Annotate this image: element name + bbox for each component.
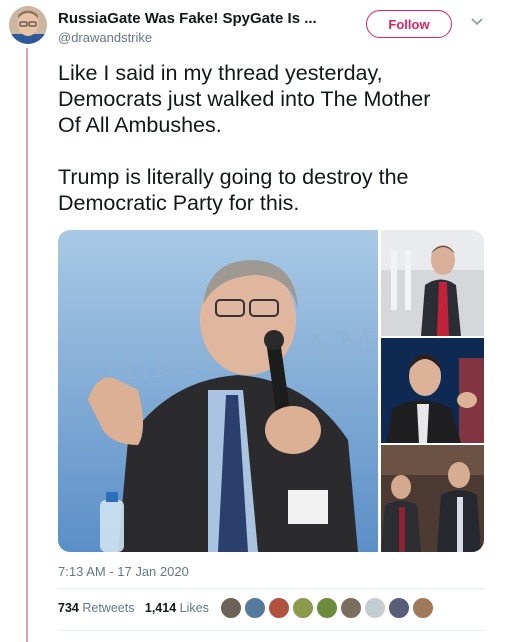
retweets-stat[interactable]: 734 Retweets bbox=[58, 601, 134, 615]
tweet-text: Like I said in my thread yesterday, Demo… bbox=[58, 61, 431, 215]
retweets-label: Retweets bbox=[82, 601, 135, 615]
user-handle[interactable]: @drawandstrike bbox=[58, 30, 152, 45]
liker-avatar[interactable] bbox=[268, 597, 290, 619]
tweet-media-grid[interactable]: THE JERUSA M PO bbox=[58, 230, 484, 552]
liker-avatar[interactable] bbox=[388, 597, 410, 619]
divider bbox=[58, 588, 484, 589]
follow-button[interactable]: Follow bbox=[366, 10, 452, 38]
likes-stat[interactable]: 1,414 Likes bbox=[145, 601, 209, 615]
retweets-count: 734 bbox=[58, 601, 79, 615]
display-name[interactable]: RussiaGate Was Fake! SpyGate Is ... bbox=[58, 10, 317, 27]
liker-avatar[interactable] bbox=[220, 597, 242, 619]
liker-avatar[interactable] bbox=[412, 597, 434, 619]
liker-avatar[interactable] bbox=[292, 597, 314, 619]
likes-label: Likes bbox=[179, 601, 209, 615]
tweet-timestamp[interactable]: 7:13 AM - 17 Jan 2020 bbox=[58, 564, 189, 579]
chevron-down-icon[interactable] bbox=[470, 14, 484, 28]
media-photo-2[interactable] bbox=[381, 230, 484, 336]
liker-avatar[interactable] bbox=[364, 597, 386, 619]
liker-avatar[interactable] bbox=[340, 597, 362, 619]
liker-avatar[interactable] bbox=[316, 597, 338, 619]
media-photo-4[interactable] bbox=[381, 445, 484, 552]
liker-avatar[interactable] bbox=[244, 597, 266, 619]
divider bbox=[58, 630, 484, 631]
thread-line bbox=[26, 48, 28, 642]
media-photo-main[interactable]: THE JERUSA M PO bbox=[58, 230, 437, 552]
engagement-stats: 734 Retweets 1,414 Likes bbox=[58, 601, 209, 615]
likes-count: 1,414 bbox=[144, 601, 177, 615]
media-photo-3[interactable] bbox=[381, 338, 484, 443]
avatar[interactable] bbox=[9, 6, 47, 44]
